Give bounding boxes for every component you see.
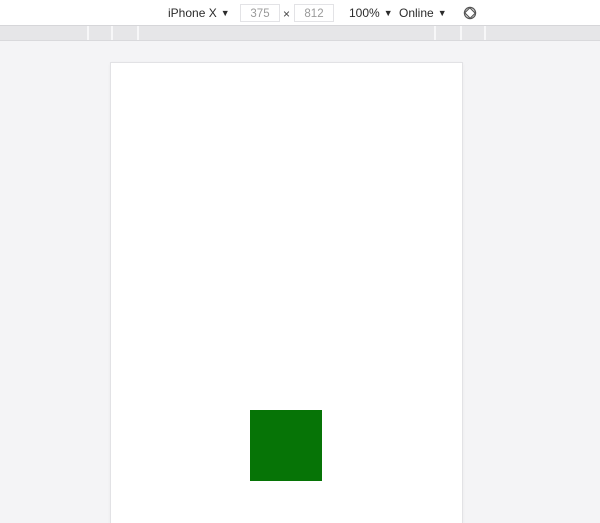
rotate-icon[interactable] [463,6,477,20]
media-query-bar[interactable] [0,26,600,41]
device-viewport [111,63,462,523]
zoom-select[interactable]: 100% ▼ [349,0,393,26]
media-query-divider [137,26,139,40]
emulation-area [0,41,600,523]
media-query-divider [111,26,113,40]
dimension-separator: × [283,7,291,21]
media-query-divider [434,26,436,40]
media-query-divider [484,26,486,40]
media-query-divider [460,26,462,40]
device-toolbar: iPhone X ▼ 375 × 812 100% ▼ Online ▼ [0,0,600,26]
height-input[interactable]: 812 [294,4,334,22]
device-select-label: iPhone X [168,6,217,20]
width-input[interactable]: 375 [240,4,280,22]
chevron-down-icon: ▼ [437,8,447,18]
chevron-down-icon: ▼ [383,8,393,18]
green-square [250,410,322,481]
chevron-down-icon: ▼ [220,8,230,18]
network-throttle-select[interactable]: Online ▼ [399,0,447,26]
network-select-label: Online [399,6,434,20]
zoom-select-label: 100% [349,6,380,20]
media-query-divider [87,26,89,40]
device-select[interactable]: iPhone X ▼ [168,0,230,26]
